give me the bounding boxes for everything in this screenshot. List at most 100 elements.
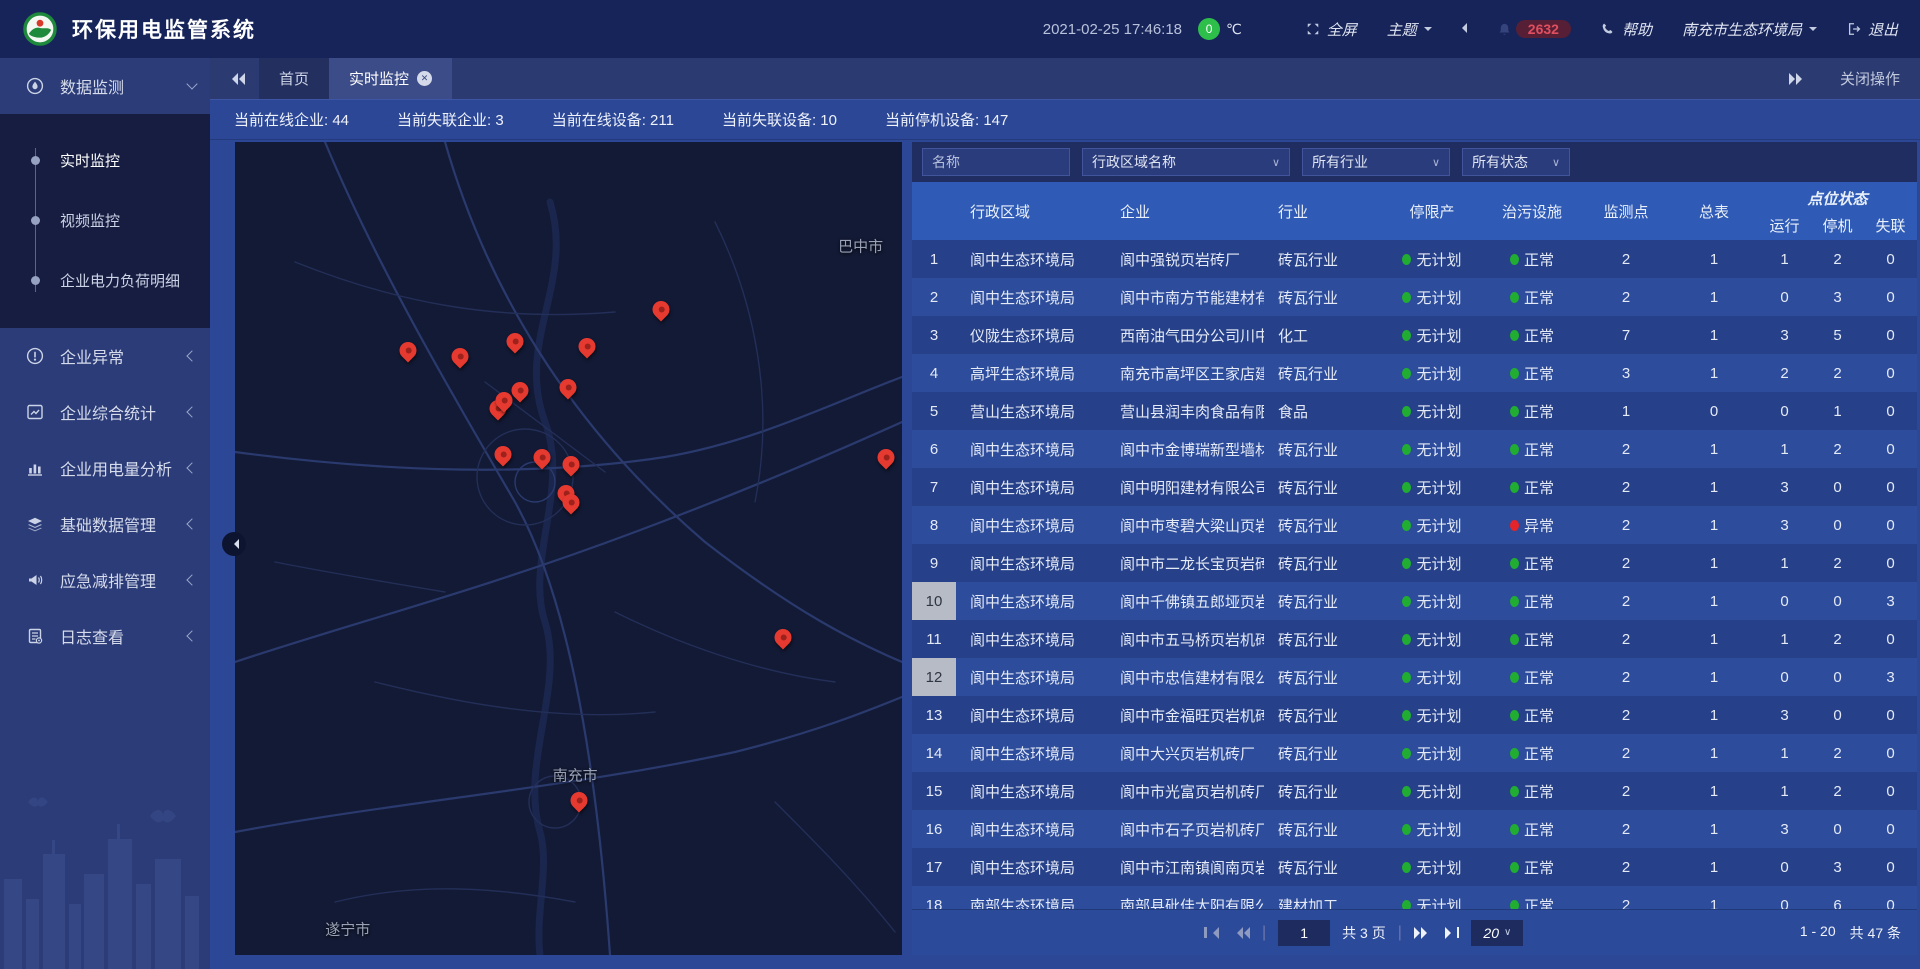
tab-close-icon[interactable]: ✕ <box>417 71 432 86</box>
cell-stop: 2 <box>1811 734 1864 772</box>
sidebar-item[interactable]: 基础数据管理 <box>0 496 210 552</box>
page-size-select[interactable]: 20∨ <box>1471 920 1523 946</box>
sidebar-item[interactable]: 日志查看 <box>0 608 210 664</box>
sidebar-subitem[interactable]: 企业电力负荷明细 <box>0 250 210 310</box>
map-pin[interactable] <box>649 298 673 322</box>
sidebar: 数据监测 实时监控 视频监控 企业电力负荷明细 企业异常 企业综合统计 企业用电… <box>0 58 210 969</box>
table-row[interactable]: 8 阆中生态环境局 阆中市枣碧大梁山页岩 砖瓦行业 无计划 异常 2 1 3 0… <box>912 506 1917 544</box>
tab-active[interactable]: 实时监控 ✕ <box>329 58 452 99</box>
map-pin[interactable] <box>556 376 580 400</box>
table-row[interactable]: 13 阆中生态环境局 阆中市金福旺页岩机砖 砖瓦行业 无计划 正常 2 1 3 … <box>912 696 1917 734</box>
cell-enterprise: 阆中市石子页岩机砖厂 <box>1106 810 1264 848</box>
map-pin[interactable] <box>491 443 515 467</box>
map-panel[interactable]: 巴中市南充市遂宁市 <box>235 142 902 955</box>
map-pin[interactable] <box>530 446 554 470</box>
status-dot-icon <box>1402 368 1411 379</box>
col-enterprise: 企业 <box>1106 182 1264 240</box>
chevron-down-icon <box>1424 27 1432 35</box>
enterprise-alert-icon <box>26 347 46 365</box>
cell-limit-status: 无计划 <box>1382 506 1482 544</box>
sidebar-item-label: 数据监测 <box>60 74 188 98</box>
map-pin[interactable] <box>874 445 898 469</box>
status-select[interactable]: 所有状态∨ <box>1462 148 1570 176</box>
col-facility: 治污设施 <box>1482 182 1582 240</box>
sidebar-item[interactable]: 数据监测 <box>0 58 210 114</box>
datetime-text: 2021-02-25 17:46:18 <box>1043 21 1182 38</box>
industry-select[interactable]: 所有行业∨ <box>1302 148 1450 176</box>
row-index: 16 <box>912 810 956 848</box>
cell-limit-status: 无计划 <box>1382 240 1482 278</box>
cell-lost: 0 <box>1864 278 1917 316</box>
map-pin[interactable] <box>567 789 591 813</box>
region-select[interactable]: 行政区域名称∨ <box>1082 148 1290 176</box>
cell-meters: 1 <box>1670 354 1758 392</box>
first-page-button[interactable] <box>1204 927 1219 939</box>
map-pin[interactable] <box>396 339 420 363</box>
map-pin[interactable] <box>575 334 599 358</box>
marquee-collapse-icon[interactable] <box>1462 20 1467 38</box>
notifications-button[interactable]: 2632 <box>1497 20 1571 38</box>
table-row[interactable]: 7 阆中生态环境局 阆中明阳建材有限公司 砖瓦行业 无计划 正常 2 1 3 0… <box>912 468 1917 506</box>
sidebar-item[interactable]: 企业用电量分析 <box>0 440 210 496</box>
bullet-icon <box>31 216 40 225</box>
tab-item[interactable]: 首页 <box>259 58 329 99</box>
next-page-button[interactable] <box>1414 927 1433 939</box>
cell-meters: 1 <box>1670 506 1758 544</box>
tabs-scroll-left-icon[interactable] <box>226 73 245 85</box>
table-row[interactable]: 12 阆中生态环境局 阆中市忠信建材有限公 砖瓦行业 无计划 正常 2 1 0 … <box>912 658 1917 696</box>
help-button[interactable]: 帮助 <box>1601 19 1652 40</box>
table-row[interactable]: 17 阆中生态环境局 阆中市江南镇阆南页岩 砖瓦行业 无计划 正常 2 1 0 … <box>912 848 1917 886</box>
cell-meters: 1 <box>1670 278 1758 316</box>
temperature-badge: 0 <box>1198 18 1220 40</box>
last-page-button[interactable] <box>1445 927 1460 939</box>
cell-run: 0 <box>1758 886 1811 909</box>
monitor-data-icon <box>26 77 46 95</box>
tabs-scroll-right-icon[interactable] <box>1789 73 1808 85</box>
status-dot-icon <box>1402 748 1411 759</box>
table-row[interactable]: 10 阆中生态环境局 阆中千佛镇五郎垭页岩 砖瓦行业 无计划 正常 2 1 0 … <box>912 582 1917 620</box>
prev-page-button[interactable] <box>1231 927 1250 939</box>
table-row[interactable]: 5 营山生态环境局 营山县润丰肉食品有限 食品 无计划 正常 1 0 0 1 0 <box>912 392 1917 430</box>
table-row[interactable]: 9 阆中生态环境局 阆中市二龙长宝页岩砖 砖瓦行业 无计划 正常 2 1 1 2… <box>912 544 1917 582</box>
page-number-input[interactable]: 1 <box>1278 920 1330 946</box>
sidebar-item-label: 应急减排管理 <box>60 568 188 592</box>
col-group-point-status: 点位状态 <box>1758 182 1917 211</box>
cell-points: 2 <box>1582 734 1670 772</box>
sidebar-item[interactable]: 企业综合统计 <box>0 384 210 440</box>
sidebar-subitem[interactable]: 视频监控 <box>0 190 210 250</box>
map-pin[interactable] <box>558 452 582 476</box>
logout-button[interactable]: 退出 <box>1847 19 1898 40</box>
sidebar-subitem[interactable]: 实时监控 <box>0 130 210 190</box>
cell-industry: 化工 <box>1264 316 1382 354</box>
cell-lost: 3 <box>1864 658 1917 696</box>
row-index: 18 <box>912 886 956 909</box>
table-row[interactable]: 4 高坪生态环境局 南充市高坪区王家店建 砖瓦行业 无计划 正常 3 1 2 2… <box>912 354 1917 392</box>
table-row[interactable]: 18 南部生态环境局 南部县砒佳太阳有限公 建材加工 无计划 正常 2 1 0 … <box>912 886 1917 909</box>
map-pin[interactable] <box>771 626 795 650</box>
fullscreen-button[interactable]: 全屏 <box>1306 19 1357 40</box>
cell-points: 2 <box>1582 430 1670 468</box>
cell-run: 1 <box>1758 620 1811 658</box>
close-operations-button[interactable]: 关闭操作 <box>1840 68 1900 89</box>
name-search-input[interactable] <box>922 148 1070 176</box>
org-dropdown[interactable]: 南充市生态环境局 <box>1682 19 1817 40</box>
row-index: 14 <box>912 734 956 772</box>
theme-dropdown[interactable]: 主题 <box>1387 19 1432 40</box>
table-row[interactable]: 11 阆中生态环境局 阆中市五马桥页岩机砖 砖瓦行业 无计划 正常 2 1 1 … <box>912 620 1917 658</box>
table-row[interactable]: 2 阆中生态环境局 阆中市南方节能建材有 砖瓦行业 无计划 正常 2 1 0 3… <box>912 278 1917 316</box>
cell-region: 南部生态环境局 <box>956 886 1106 909</box>
table-row[interactable]: 3 仪陇生态环境局 西南油气田分公司川中 化工 无计划 正常 7 1 3 5 0 <box>912 316 1917 354</box>
cell-run: 3 <box>1758 468 1811 506</box>
col-meters: 总表 <box>1670 182 1758 240</box>
map-pin[interactable] <box>503 330 527 354</box>
table-row[interactable]: 16 阆中生态环境局 阆中市石子页岩机砖厂 砖瓦行业 无计划 正常 2 1 3 … <box>912 810 1917 848</box>
cell-lost: 3 <box>1864 582 1917 620</box>
table-row[interactable]: 1 阆中生态环境局 阆中强锐页岩砖厂 砖瓦行业 无计划 正常 2 1 1 2 0 <box>912 240 1917 278</box>
sidebar-item[interactable]: 企业异常 <box>0 328 210 384</box>
sidebar-item[interactable]: 应急减排管理 <box>0 552 210 608</box>
table-row[interactable]: 15 阆中生态环境局 阆中市光富页岩机砖厂 砖瓦行业 无计划 正常 2 1 1 … <box>912 772 1917 810</box>
table-row[interactable]: 6 阆中生态环境局 阆中市金博瑞新型墙材 砖瓦行业 无计划 正常 2 1 1 2… <box>912 430 1917 468</box>
cell-enterprise: 阆中市江南镇阆南页岩 <box>1106 848 1264 886</box>
map-pin[interactable] <box>448 344 472 368</box>
table-row[interactable]: 14 阆中生态环境局 阆中大兴页岩机砖厂 砖瓦行业 无计划 正常 2 1 1 2… <box>912 734 1917 772</box>
